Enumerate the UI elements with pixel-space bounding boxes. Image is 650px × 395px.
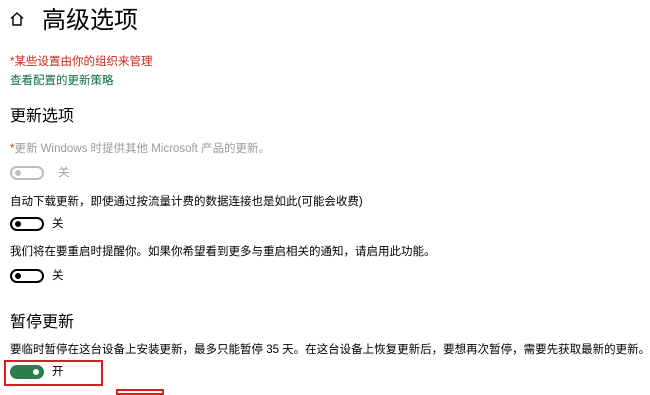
toggle-knob [33, 369, 39, 375]
other-products-toggle[interactable] [10, 166, 44, 180]
pause-updates-toggle-state: 开 [52, 366, 64, 378]
toggle-knob [15, 221, 21, 227]
other-products-toggle-state: 关 [58, 167, 70, 179]
restart-notify-option-label: 我们将在要重启时提醒你。如果你希望看到更多与重启相关的通知，请启用此功能。 [10, 246, 436, 258]
metered-download-option-label: 自动下载更新，即使通过按流量计费的数据连接也是如此(可能会收费) [10, 196, 363, 208]
toggle-knob [15, 170, 21, 176]
metered-download-toggle-state: 关 [52, 218, 64, 230]
pause-updates-toggle[interactable] [10, 365, 44, 379]
view-update-policies-link[interactable]: 查看配置的更新策略 [10, 74, 114, 88]
other-products-option-text: 更新 Windows 时提供其他 Microsoft 产品的更新。 [14, 143, 271, 155]
partial-highlight-box [116, 389, 164, 395]
update-options-heading: 更新选项 [10, 108, 75, 125]
managed-by-organization-note: *某些设置由你的组织来管理 [10, 56, 153, 68]
page-title: 高级选项 [42, 7, 138, 34]
toggle-knob [15, 273, 21, 279]
home-icon[interactable] [9, 11, 25, 27]
other-products-option-label: *更新 Windows 时提供其他 Microsoft 产品的更新。 [10, 142, 270, 156]
restart-notify-toggle[interactable] [10, 269, 44, 283]
pause-updates-heading: 暂停更新 [10, 314, 75, 331]
restart-notify-toggle-state: 关 [52, 270, 64, 282]
pause-updates-description: 要临时暂停在这台设备上安装更新，最多只能暂停 35 天。在这台设备上恢复更新后，… [10, 344, 650, 356]
metered-download-toggle[interactable] [10, 217, 44, 231]
